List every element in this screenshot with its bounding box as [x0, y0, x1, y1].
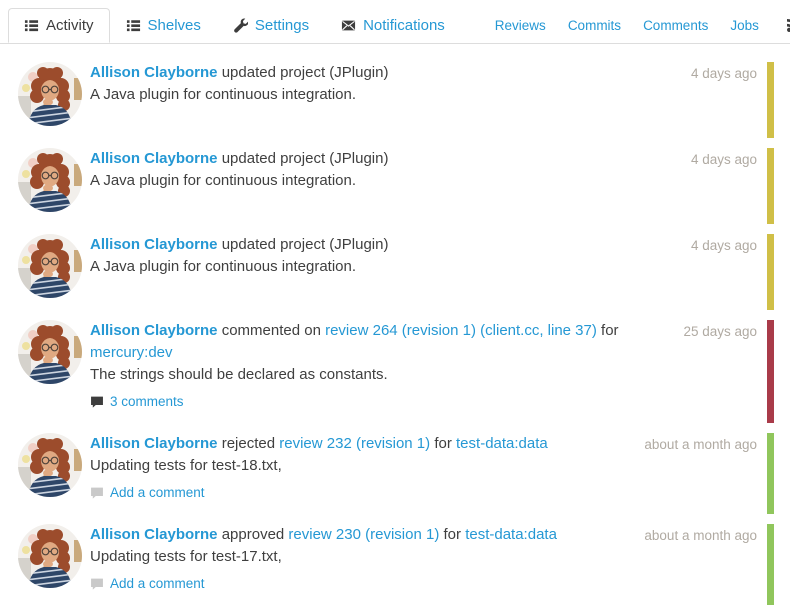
- list-icon: [24, 18, 39, 33]
- tab-settings-label: Settings: [255, 17, 309, 34]
- project-link[interactable]: test-data:data: [456, 435, 548, 452]
- activity-body: Updating tests for test-18.txt,: [90, 455, 631, 477]
- activity-item: Allison Clayborne approved review 230 (r…: [18, 524, 774, 605]
- activity-body: A Java plugin for continuous integration…: [90, 84, 631, 106]
- timestamp: 25 days ago: [639, 320, 767, 342]
- activity-title: Allison Clayborne commented on review 26…: [90, 320, 631, 364]
- envelope-icon: [341, 18, 356, 33]
- project-link[interactable]: mercury:dev: [90, 344, 173, 361]
- activity-item: Allison Clayborne updated project (JPlug…: [18, 234, 774, 310]
- speech-bubble-icon: [90, 395, 104, 409]
- comments-link[interactable]: 3 comments: [110, 393, 184, 411]
- activity-item: Allison Clayborne updated project (JPlug…: [18, 62, 774, 138]
- user-avatar[interactable]: [18, 148, 82, 212]
- list-icon: [126, 18, 141, 33]
- for-text: for: [444, 526, 466, 543]
- action-text: updated project (JPlugin): [222, 236, 389, 253]
- review-link[interactable]: review 232 (revision 1): [279, 435, 430, 452]
- timestamp: 4 days ago: [639, 62, 767, 84]
- speech-bubble-icon: [90, 486, 104, 500]
- tab-bar: Activity Shelves Settings Notifications …: [0, 0, 790, 44]
- tab-link-comments[interactable]: Comments: [643, 18, 708, 33]
- activity-item: Allison Clayborne updated project (JPlug…: [18, 148, 774, 224]
- action-text: rejected: [222, 435, 280, 452]
- tab-shelves[interactable]: Shelves: [110, 8, 217, 43]
- project-link[interactable]: test-data:data: [465, 526, 557, 543]
- comments-row: 3 comments: [90, 393, 631, 411]
- add-comment-link[interactable]: Add a comment: [110, 484, 205, 502]
- activity-content: Allison Clayborne updated project (JPlug…: [90, 234, 639, 278]
- wrench-icon: [233, 18, 248, 33]
- activity-content: Allison Clayborne commented on review 26…: [90, 320, 639, 411]
- action-text: approved: [222, 526, 289, 543]
- add-comment-link[interactable]: Add a comment: [110, 575, 205, 593]
- user-link[interactable]: Allison Clayborne: [90, 435, 218, 452]
- review-link[interactable]: review 230 (revision 1): [288, 526, 439, 543]
- activity-title: Allison Clayborne updated project (JPlug…: [90, 148, 631, 170]
- review-link[interactable]: review 264 (revision 1) (client.cc, line…: [325, 322, 597, 339]
- activity-content: Allison Clayborne rejected review 232 (r…: [90, 433, 639, 502]
- tab-link-jobs[interactable]: Jobs: [730, 18, 759, 33]
- activity-item: Allison Clayborne rejected review 232 (r…: [18, 433, 774, 514]
- user-avatar[interactable]: [18, 62, 82, 126]
- timestamp: 4 days ago: [639, 148, 767, 170]
- tab-link-commits[interactable]: Commits: [568, 18, 621, 33]
- user-link[interactable]: Allison Clayborne: [90, 322, 218, 339]
- tab-link-reviews[interactable]: Reviews: [495, 18, 546, 33]
- user-avatar[interactable]: [18, 320, 82, 384]
- for-text: for: [434, 435, 456, 452]
- user-avatar[interactable]: [18, 234, 82, 298]
- activity-title: Allison Clayborne updated project (JPlug…: [90, 234, 631, 256]
- timestamp: 4 days ago: [639, 234, 767, 256]
- action-text: commented on: [222, 322, 325, 339]
- comments-row: Add a comment: [90, 484, 631, 502]
- tab-shelves-label: Shelves: [148, 17, 201, 34]
- activity-content: Allison Clayborne updated project (JPlug…: [90, 148, 639, 192]
- tab-notifications-label: Notifications: [363, 17, 445, 34]
- tab-settings[interactable]: Settings: [217, 8, 325, 43]
- activity-body: The strings should be declared as consta…: [90, 364, 631, 386]
- activity-title: Allison Clayborne updated project (JPlug…: [90, 62, 631, 84]
- tab-activity-label: Activity: [46, 17, 94, 34]
- comments-row: Add a comment: [90, 575, 631, 593]
- speech-bubble-icon: [90, 577, 104, 591]
- activity-body: A Java plugin for continuous integration…: [90, 256, 631, 278]
- user-avatar[interactable]: [18, 524, 82, 588]
- rss-icon[interactable]: [786, 17, 790, 33]
- user-link[interactable]: Allison Clayborne: [90, 150, 218, 167]
- activity-item: Allison Clayborne commented on review 26…: [18, 320, 774, 423]
- user-link[interactable]: Allison Clayborne: [90, 526, 218, 543]
- activity-content: Allison Clayborne approved review 230 (r…: [90, 524, 639, 593]
- timestamp: about a month ago: [639, 433, 767, 455]
- action-text: updated project (JPlugin): [222, 150, 389, 167]
- activity-feed: Allison Clayborne updated project (JPlug…: [0, 44, 790, 605]
- activity-body: A Java plugin for continuous integration…: [90, 170, 631, 192]
- tab-notifications[interactable]: Notifications: [325, 8, 461, 43]
- user-link[interactable]: Allison Clayborne: [90, 64, 218, 81]
- for-text: for: [601, 322, 619, 339]
- activity-content: Allison Clayborne updated project (JPlug…: [90, 62, 639, 106]
- action-text: updated project (JPlugin): [222, 64, 389, 81]
- user-link[interactable]: Allison Clayborne: [90, 236, 218, 253]
- activity-body: Updating tests for test-17.txt,: [90, 546, 631, 568]
- tab-activity[interactable]: Activity: [8, 8, 110, 43]
- user-avatar[interactable]: [18, 433, 82, 497]
- activity-title: Allison Clayborne rejected review 232 (r…: [90, 433, 631, 455]
- activity-title: Allison Clayborne approved review 230 (r…: [90, 524, 631, 546]
- timestamp: about a month ago: [639, 524, 767, 546]
